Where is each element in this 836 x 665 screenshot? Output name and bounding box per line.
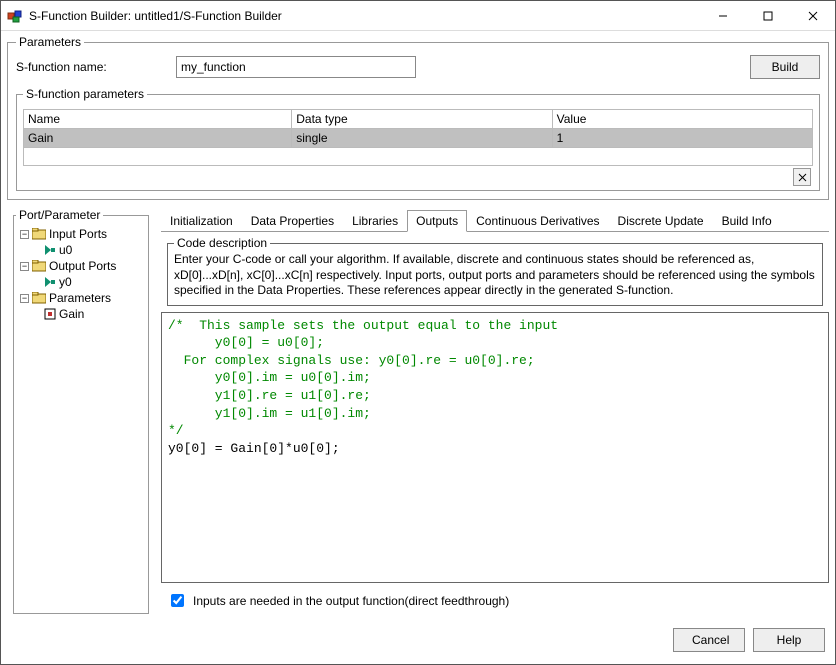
tree-item-y0[interactable]: y0 (16, 274, 146, 290)
maximize-button[interactable] (745, 1, 790, 30)
code-description-legend: Code description (174, 236, 270, 250)
collapse-icon[interactable]: − (20, 230, 29, 239)
parameters-legend: Parameters (16, 35, 84, 49)
cancel-button[interactable]: Cancel (673, 628, 745, 652)
parameters-group: Parameters S-function name: Build S-func… (7, 35, 829, 200)
table-row[interactable]: Gain single 1 (24, 129, 813, 148)
table-header-row: Name Data type Value (24, 110, 813, 129)
port-parameter-legend: Port/Parameter (16, 208, 103, 222)
parameters-table: Name Data type Value Gain single 1 (23, 109, 813, 148)
close-button[interactable] (790, 1, 835, 30)
sfunction-name-label: S-function name: (16, 60, 166, 74)
direct-feedthrough-checkbox[interactable] (171, 594, 184, 607)
cell-name[interactable]: Gain (24, 129, 292, 148)
help-button[interactable]: Help (753, 628, 825, 652)
direct-feedthrough-label: Inputs are needed in the output function… (193, 594, 509, 608)
sfunction-parameters-legend: S-function parameters (23, 87, 147, 101)
window: S-Function Builder: untitled1/S-Function… (0, 0, 836, 665)
cell-dtype[interactable]: single (292, 129, 552, 148)
tab-build-info[interactable]: Build Info (713, 210, 781, 232)
code-comment: /* This sample sets the output equal to … (168, 318, 558, 438)
build-button[interactable]: Build (750, 55, 820, 79)
footer: Cancel Help (1, 618, 835, 664)
tree-item-gain[interactable]: Gain (16, 306, 146, 322)
sfunction-name-input[interactable] (176, 56, 416, 78)
code-description-text: Enter your C-code or call your algorithm… (174, 252, 816, 299)
params-close-icon[interactable] (793, 168, 811, 186)
tree-label: Gain (59, 307, 84, 321)
tab-data-properties[interactable]: Data Properties (242, 210, 343, 232)
window-title: S-Function Builder: untitled1/S-Function… (29, 9, 700, 23)
port-icon (44, 276, 56, 288)
collapse-icon[interactable]: − (20, 262, 29, 271)
app-icon (7, 8, 23, 24)
tree-label: Parameters (49, 291, 111, 305)
col-dtype[interactable]: Data type (292, 110, 552, 129)
minimize-button[interactable] (700, 1, 745, 30)
tree-output-ports[interactable]: − Output Ports (16, 258, 146, 274)
code-body: y0[0] = Gain[0]*u0[0]; (168, 441, 340, 456)
titlebar: S-Function Builder: untitled1/S-Function… (1, 1, 835, 31)
col-name[interactable]: Name (24, 110, 292, 129)
col-value[interactable]: Value (552, 110, 812, 129)
tab-initialization[interactable]: Initialization (161, 210, 242, 232)
tree-item-u0[interactable]: u0 (16, 242, 146, 258)
tabs: Initialization Data Properties Libraries… (161, 210, 829, 232)
code-description-group: Code description Enter your C-code or ca… (167, 236, 823, 306)
code-editor[interactable]: /* This sample sets the output equal to … (161, 312, 829, 583)
folder-icon (32, 228, 46, 240)
tree-input-ports[interactable]: − Input Ports (16, 226, 146, 242)
tab-outputs[interactable]: Outputs (407, 210, 467, 232)
tree-parameters[interactable]: − Parameters (16, 290, 146, 306)
tree-label: y0 (59, 275, 72, 289)
tree: − Input Ports u0 − (16, 226, 146, 322)
parameter-icon (44, 308, 56, 320)
tree-label: Output Ports (49, 259, 116, 273)
folder-icon (32, 292, 46, 304)
port-icon (44, 244, 56, 256)
tab-continuous-derivatives[interactable]: Continuous Derivatives (467, 210, 608, 232)
tree-label: u0 (59, 243, 72, 257)
cell-value[interactable]: 1 (552, 129, 812, 148)
collapse-icon[interactable]: − (20, 294, 29, 303)
tab-libraries[interactable]: Libraries (343, 210, 407, 232)
tab-discrete-update[interactable]: Discrete Update (609, 210, 713, 232)
folder-icon (32, 260, 46, 272)
sfunction-parameters-group: S-function parameters Name Data type Val… (16, 87, 820, 191)
tree-label: Input Ports (49, 227, 107, 241)
port-parameter-panel: Port/Parameter − Input Ports u0 (13, 208, 149, 614)
